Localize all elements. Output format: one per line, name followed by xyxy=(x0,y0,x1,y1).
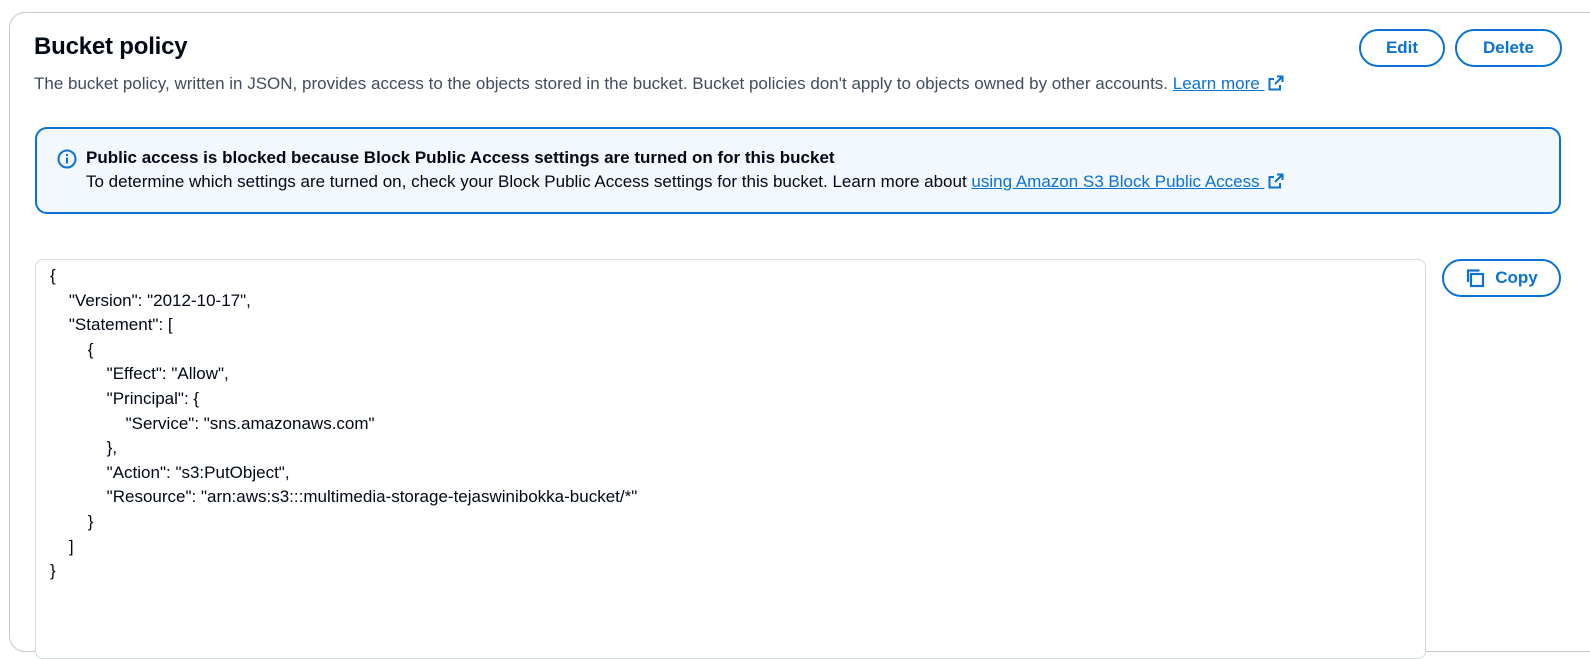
edit-button[interactable]: Edit xyxy=(1359,29,1445,67)
delete-button[interactable]: Delete xyxy=(1455,29,1562,67)
copy-label: Copy xyxy=(1495,268,1538,287)
copy-icon xyxy=(1467,269,1485,288)
info-alert: Public access is blocked because Block P… xyxy=(35,127,1561,214)
alert-title: Public access is blocked because Block P… xyxy=(86,148,835,167)
policy-code-editor[interactable]: { "Version": "2012-10-17", "Statement": … xyxy=(35,259,1426,659)
alert-body-text: To determine which settings are turned o… xyxy=(86,172,967,191)
learn-more-link[interactable]: Learn more xyxy=(1173,74,1285,93)
copy-button[interactable]: Copy xyxy=(1442,259,1561,297)
external-link-icon xyxy=(1268,173,1284,189)
info-icon xyxy=(57,149,77,169)
description-text: The bucket policy, written in JSON, prov… xyxy=(34,74,1169,93)
block-public-access-link-label: using Amazon S3 Block Public Access xyxy=(971,172,1260,191)
alert-body: To determine which settings are turned o… xyxy=(86,171,1284,193)
section-title: Bucket policy xyxy=(34,33,188,60)
external-link-icon xyxy=(1268,75,1284,91)
policy-json: { "Version": "2012-10-17", "Statement": … xyxy=(50,266,638,581)
block-public-access-link[interactable]: using Amazon S3 Block Public Access xyxy=(971,172,1284,191)
section-description: The bucket policy, written in JSON, prov… xyxy=(34,73,1284,95)
learn-more-label: Learn more xyxy=(1172,74,1260,93)
